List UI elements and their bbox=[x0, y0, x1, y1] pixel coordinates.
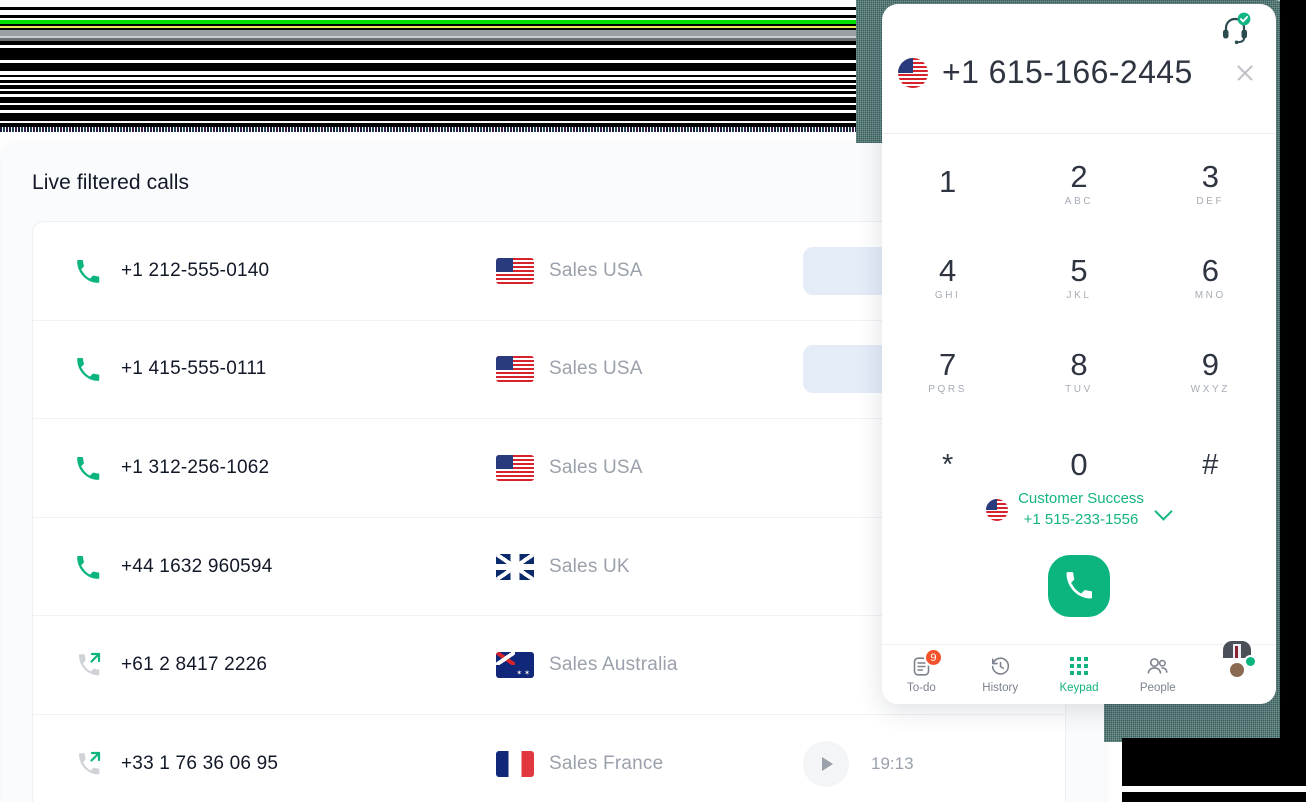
todo-list-icon: 9 bbox=[911, 648, 943, 677]
call-label: Sales UK bbox=[549, 555, 630, 577]
history-clock-icon bbox=[990, 655, 1011, 677]
row-actions: 19:13 bbox=[785, 741, 1065, 788]
dialer-panel: +1 615-166-2445 1 2 ABC 3 DEF 4 GHI 5 JK… bbox=[882, 4, 1276, 704]
nav-label: Keypad bbox=[1059, 682, 1099, 694]
keypad-dots-icon bbox=[1069, 655, 1088, 677]
keypad-key-3[interactable]: 3 DEF bbox=[1145, 136, 1276, 230]
keypad: 1 2 ABC 3 DEF 4 GHI 5 JKL 6 MNO 7 PQRS 8… bbox=[882, 136, 1276, 512]
nav-label: People bbox=[1139, 682, 1176, 694]
avatar[interactable] bbox=[1220, 640, 1257, 692]
online-status-dot bbox=[1243, 654, 1257, 668]
keypad-letters: MNO bbox=[1194, 289, 1226, 301]
keypad-key-2[interactable]: 2 ABC bbox=[1013, 136, 1144, 230]
chevron-down-icon[interactable] bbox=[1154, 501, 1172, 519]
us-flag-icon bbox=[495, 356, 535, 383]
play-icon bbox=[822, 757, 833, 772]
keypad-key-1[interactable]: 1 bbox=[882, 136, 1013, 230]
call-button[interactable] bbox=[1048, 555, 1110, 617]
dialed-number-row: +1 615-166-2445 bbox=[882, 54, 1276, 91]
phone-outbound-icon bbox=[75, 749, 121, 779]
keypad-letters: PQRS bbox=[928, 383, 968, 395]
nav-item-people[interactable]: People bbox=[1118, 655, 1197, 694]
table-row[interactable]: +33 1 76 36 06 95 Sales France 19:13 bbox=[33, 715, 1065, 802]
keypad-digit: 7 bbox=[939, 346, 957, 382]
keypad-key-7[interactable]: 7 PQRS bbox=[882, 324, 1013, 418]
keypad-key-4[interactable]: 4 GHI bbox=[882, 230, 1013, 324]
call-label: Sales France bbox=[549, 753, 664, 775]
keypad-digit: 4 bbox=[939, 252, 957, 288]
nav-item-keypad[interactable]: Keypad bbox=[1040, 655, 1119, 694]
us-flag-icon bbox=[495, 454, 535, 481]
call-label: Sales Australia bbox=[549, 654, 678, 676]
headset-verified-icon[interactable] bbox=[1218, 12, 1252, 46]
keypad-digit: 1 bbox=[939, 164, 957, 199]
keypad-key-8[interactable]: 8 TUV bbox=[1013, 324, 1144, 418]
todo-badge-count: 9 bbox=[923, 648, 943, 667]
keypad-key-6[interactable]: 6 MNO bbox=[1145, 230, 1276, 324]
call-number: +1 312-256-1062 bbox=[121, 456, 270, 478]
phone-inbound-icon bbox=[75, 258, 121, 284]
background-black-strip bbox=[1280, 0, 1306, 742]
call-label: Sales USA bbox=[549, 358, 643, 380]
keypad-letters: WXYZ bbox=[1190, 383, 1230, 395]
keypad-digit: 9 bbox=[1201, 346, 1219, 382]
phone-outbound-icon bbox=[75, 650, 121, 680]
phone-inbound-icon bbox=[75, 554, 121, 580]
us-flag-icon bbox=[898, 57, 928, 88]
play-recording-button[interactable] bbox=[803, 741, 849, 788]
keypad-digit: 3 bbox=[1201, 158, 1219, 194]
call-number: +1 212-555-0140 bbox=[121, 259, 270, 281]
screen-root: Live filtered calls +1 212-555-0140 Sale… bbox=[0, 0, 1306, 802]
dialer-navbar: 9 To-do History Keypad People bbox=[882, 640, 1276, 704]
keypad-digit: 6 bbox=[1201, 252, 1219, 288]
call-number: +1 415-555-0111 bbox=[121, 358, 267, 380]
background-black-block-bottom bbox=[1122, 792, 1306, 802]
page-title: Live filtered calls bbox=[32, 171, 190, 194]
fr-flag-icon bbox=[495, 751, 535, 778]
phone-call-icon bbox=[1066, 572, 1092, 599]
nav-item-history[interactable]: History bbox=[961, 655, 1040, 694]
us-flag-icon bbox=[495, 257, 535, 284]
keypad-digit: 0 bbox=[1070, 447, 1088, 482]
nav-item-todo[interactable]: 9 To-do bbox=[882, 648, 961, 694]
people-icon bbox=[1146, 655, 1169, 677]
keypad-key-5[interactable]: 5 JKL bbox=[1013, 230, 1144, 324]
us-flag-icon bbox=[986, 498, 1009, 521]
call-number: +61 2 8417 2226 bbox=[121, 654, 268, 676]
caller-id-text: Customer Success +1 515-233-1556 bbox=[1018, 489, 1144, 530]
dialed-number[interactable]: +1 615-166-2445 bbox=[942, 54, 1232, 91]
phone-inbound-icon bbox=[75, 455, 121, 481]
keypad-digit: 5 bbox=[1070, 252, 1088, 288]
dialer-header: +1 615-166-2445 bbox=[882, 4, 1276, 134]
keypad-letters: DEF bbox=[1196, 195, 1225, 207]
call-label: Sales USA bbox=[549, 456, 643, 478]
caller-id-name: Customer Success bbox=[1018, 490, 1144, 507]
call-number: +44 1632 960594 bbox=[121, 555, 273, 577]
keypad-digit: * bbox=[942, 449, 954, 481]
keypad-digit: 2 bbox=[1070, 158, 1088, 194]
au-flag-icon bbox=[495, 652, 535, 679]
caller-id-number: +1 515-233-1556 bbox=[1023, 511, 1139, 528]
close-icon[interactable] bbox=[1232, 60, 1258, 86]
keypad-letters: JKL bbox=[1066, 289, 1092, 301]
keypad-digit: 8 bbox=[1070, 346, 1088, 382]
keypad-digit: # bbox=[1202, 449, 1219, 481]
call-duration: 19:13 bbox=[871, 754, 914, 774]
phone-inbound-icon bbox=[75, 356, 121, 382]
background-black-block-right bbox=[1122, 738, 1306, 786]
nav-label: To-do bbox=[907, 682, 936, 694]
caller-id-selector[interactable]: Customer Success +1 515-233-1556 bbox=[882, 489, 1276, 530]
keypad-key-9[interactable]: 9 WXYZ bbox=[1145, 324, 1276, 418]
keypad-letters: ABC bbox=[1064, 195, 1094, 207]
keypad-letters: GHI bbox=[934, 289, 961, 301]
call-number: +33 1 76 36 06 95 bbox=[121, 753, 279, 775]
call-label: Sales USA bbox=[549, 259, 643, 281]
uk-flag-icon bbox=[495, 553, 535, 580]
nav-label: History bbox=[982, 682, 1019, 694]
nav-item-profile[interactable] bbox=[1197, 640, 1276, 692]
keypad-letters: TUV bbox=[1065, 383, 1093, 395]
